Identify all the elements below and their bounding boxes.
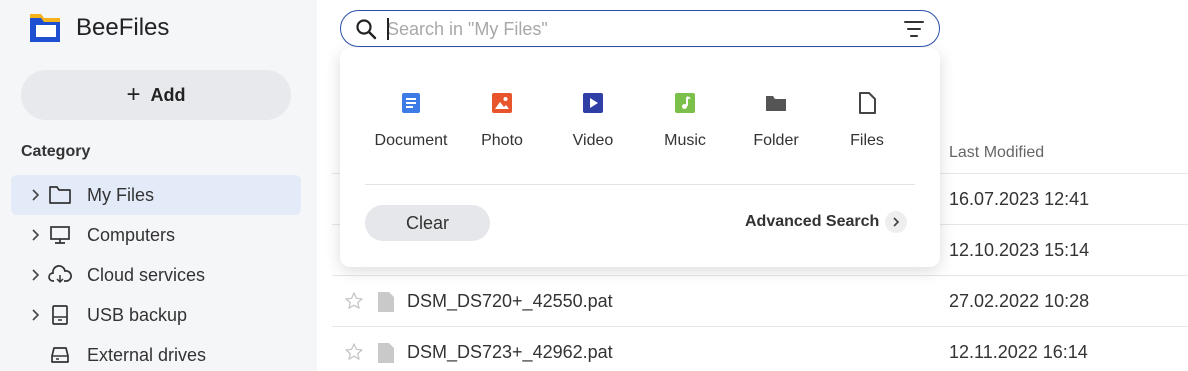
star-icon[interactable] <box>344 342 364 362</box>
table-row[interactable]: DSM_DS720+_42550.pat 27.02.2022 10:28 <box>332 275 1188 326</box>
document-icon <box>402 93 420 113</box>
search-icon <box>356 19 377 40</box>
search-dropdown: Document Photo Video Music Folder Files … <box>340 48 940 267</box>
sidebar-item-label: Cloud services <box>87 265 206 285</box>
file-name: DSM_DS720+_42550.pat <box>407 291 613 311</box>
sidebar: BeeFiles + Add Category My Files Compute… <box>0 0 317 371</box>
external-drive-icon <box>51 347 69 363</box>
folder-icon <box>766 96 786 111</box>
filter-label: Document <box>374 132 448 149</box>
filter-music[interactable]: Music <box>639 90 731 160</box>
search-input[interactable] <box>387 17 887 41</box>
filter-label: Photo <box>481 132 523 149</box>
file-icon <box>859 92 876 114</box>
divider <box>365 184 915 185</box>
filter-label: Folder <box>753 132 799 149</box>
clear-button[interactable]: Clear <box>365 205 490 241</box>
advanced-search-link[interactable]: Advanced Search <box>745 211 908 233</box>
chevron-right-icon[interactable] <box>30 268 40 282</box>
modified-date: 27.02.2022 10:28 <box>949 291 1090 311</box>
sidebar-item-cloud-services[interactable]: Cloud services <box>11 255 301 295</box>
cloud-sync-icon <box>48 265 72 284</box>
folder-icon <box>49 186 71 204</box>
chevron-right-icon[interactable] <box>30 228 40 242</box>
modified-date: 16.07.2023 12:41 <box>949 189 1090 209</box>
filter-video[interactable]: Video <box>547 90 639 160</box>
advanced-search-label: Advanced Search <box>745 213 880 230</box>
filter-photo[interactable]: Photo <box>456 90 548 160</box>
sidebar-item-usb-backup[interactable]: USB backup <box>11 295 301 335</box>
file-icon <box>378 343 394 363</box>
add-button[interactable]: + Add <box>21 70 291 120</box>
filter-label: Video <box>572 132 614 149</box>
filter-files[interactable]: Files <box>821 90 913 160</box>
modified-date: 12.11.2022 16:14 <box>949 342 1088 362</box>
column-header-last-modified[interactable]: Last Modified <box>949 144 1044 162</box>
music-icon <box>675 93 695 113</box>
photo-icon <box>492 93 512 113</box>
plus-icon: + <box>126 81 141 108</box>
sidebar-item-my-files[interactable]: My Files <box>11 175 301 215</box>
sidebar-item-label: My Files <box>87 185 154 205</box>
filter-document[interactable]: Document <box>365 90 457 160</box>
sidebar-item-label: External drives <box>87 345 207 365</box>
table-row[interactable]: DSM_DS723+_42962.pat 12.11.2022 16:14 <box>332 326 1188 371</box>
sidebar-item-external-drives[interactable]: External drives <box>11 335 301 371</box>
chevron-right-icon <box>885 211 908 233</box>
usb-drive-icon <box>52 305 68 325</box>
file-icon <box>378 292 394 312</box>
category-nav: My Files Computers Cloud services USB ba… <box>11 175 301 371</box>
sidebar-item-computers[interactable]: Computers <box>11 215 301 255</box>
file-type-filters: Document Photo Video Music Folder Files <box>365 90 915 160</box>
filter-icon[interactable] <box>903 19 925 39</box>
category-heading: Category <box>21 143 91 160</box>
filter-folder[interactable]: Folder <box>730 90 822 160</box>
chevron-right-icon[interactable] <box>30 188 40 202</box>
filter-label: Music <box>664 132 706 149</box>
app-name: BeeFiles <box>76 14 170 41</box>
modified-date: 12.10.2023 15:14 <box>949 240 1090 260</box>
video-icon <box>583 93 603 113</box>
sidebar-item-label: USB backup <box>87 305 188 325</box>
file-name: DSM_DS723+_42962.pat <box>407 342 613 362</box>
star-icon[interactable] <box>344 291 364 311</box>
monitor-icon <box>50 226 70 244</box>
add-button-label: Add <box>150 84 186 105</box>
text-cursor <box>387 18 389 40</box>
beefiles-logo-icon <box>30 14 60 42</box>
sidebar-item-label: Computers <box>87 225 176 245</box>
search-bar <box>340 10 940 47</box>
app-logo[interactable]: BeeFiles <box>28 12 169 44</box>
filter-label: Files <box>850 132 884 149</box>
chevron-right-icon[interactable] <box>30 308 40 322</box>
